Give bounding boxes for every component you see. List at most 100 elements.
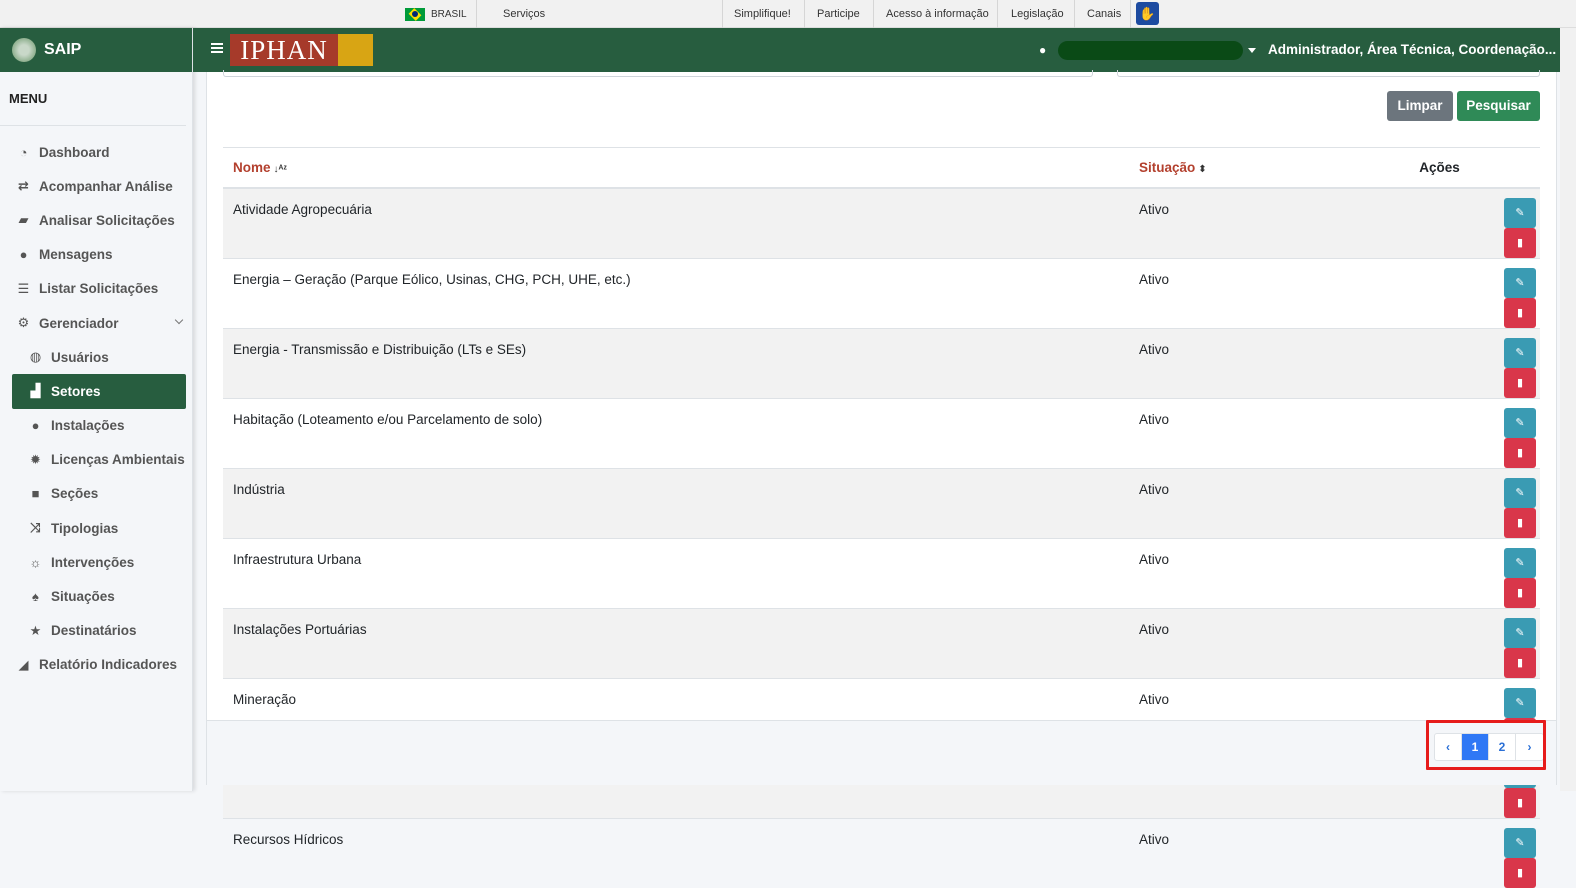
edit-button[interactable]: ✎: [1504, 547, 1536, 578]
caret-down-icon[interactable]: [1248, 48, 1256, 53]
column-header-name[interactable]: Nome ↓ᴬᶻ: [223, 147, 1139, 189]
sidebar-item-setores[interactable]: ▟ Setores: [12, 374, 186, 409]
pagination-highlight-box: [1426, 720, 1546, 770]
sidebar-item-mensagens[interactable]: ● Mensagens: [0, 238, 192, 272]
cell-actions: ✎ ▮: [1339, 328, 1540, 398]
gov-link-participe[interactable]: Participe: [817, 0, 860, 28]
sun-icon: ☼: [29, 554, 42, 570]
delete-button[interactable]: ▮: [1504, 507, 1536, 538]
delete-button[interactable]: ▮: [1504, 227, 1536, 258]
sidebar-item-listar-solicitacoes[interactable]: ☰ Listar Solicitações: [0, 272, 192, 306]
sidebar-item-label: Setores: [51, 383, 101, 399]
bell-icon: ♠: [32, 589, 39, 605]
gov-link-canais[interactable]: Canais: [1087, 0, 1121, 28]
gov-link-servicos[interactable]: Serviços: [503, 0, 545, 28]
delete-button[interactable]: ▮: [1504, 367, 1536, 398]
gov-link-simplifique[interactable]: Simplifique!: [734, 0, 791, 28]
sidebar-item-intervencoes[interactable]: ☼ Intervenções: [0, 545, 192, 579]
sidebar-item-secoes[interactable]: ■ Seções: [0, 477, 192, 511]
table-row: Energia - Transmissão e Distribuição (LT…: [223, 328, 1540, 398]
sidebar-item-tipologias[interactable]: ⤨ Tipologias: [0, 511, 192, 545]
sidebar-item-relatorio-indicadores[interactable]: ◢ Relatório Indicadores: [0, 648, 192, 682]
profile-selector-pill[interactable]: [1058, 41, 1243, 60]
cell-actions: ✎ ▮: [1339, 818, 1540, 888]
delete-button[interactable]: ▮: [1504, 437, 1536, 468]
accessibility-hands-icon[interactable]: ✋: [1136, 2, 1159, 25]
trash-icon: ▮: [1516, 516, 1524, 529]
sidebar-item-instalacoes[interactable]: ● Instalações: [0, 409, 192, 443]
circle-icon: ●: [31, 418, 40, 434]
edit-button[interactable]: ✎: [1504, 337, 1536, 368]
edit-button[interactable]: ✎: [1504, 687, 1536, 718]
cell-name: Habitação (Loteamento e/ou Parcelamento …: [233, 411, 543, 427]
cell-name: Infraestrutura Urbana: [233, 551, 362, 567]
cell-actions: ✎ ▮: [1339, 398, 1540, 468]
cell-actions: ✎ ▮: [1339, 258, 1540, 328]
trash-icon: ▮: [1516, 236, 1524, 249]
square-icon: ■: [31, 486, 40, 502]
star-icon: ★: [29, 622, 42, 638]
comment-icon[interactable]: ●: [1039, 43, 1046, 57]
sidebar-item-label: Destinatários: [51, 623, 137, 639]
delete-button[interactable]: ▮: [1504, 577, 1536, 608]
edit-button[interactable]: ✎: [1504, 477, 1536, 508]
delete-button[interactable]: ▮: [1504, 857, 1536, 888]
sidebar-item-analisar-solicitacoes[interactable]: ▰ Analisar Solicitações: [0, 203, 192, 237]
column-header-status[interactable]: Situação ⬍: [1139, 147, 1339, 189]
hamburger-menu-icon[interactable]: [211, 43, 223, 45]
gov-top-bar: BRASIL Serviços Simplifique! Participe A…: [0, 0, 1576, 28]
sidebar-item-situacoes[interactable]: ♠ Situações: [0, 579, 192, 613]
table-row: Energia – Geração (Parque Eólico, Usinas…: [223, 258, 1540, 328]
delete-button[interactable]: ▮: [1504, 787, 1536, 818]
sidebar-item-destinatarios[interactable]: ★ Destinatários: [0, 614, 192, 648]
sidebar-item-usuarios[interactable]: ◍ Usuários: [0, 340, 192, 374]
user-profile-label[interactable]: Administrador, Área Técnica, Coordenação…: [1268, 28, 1556, 72]
table-row: Atividade Agropecuária Ativo ✎ ▮: [223, 187, 1540, 258]
delete-button[interactable]: ▮: [1504, 647, 1536, 678]
main-card: Limpar Pesquisar Nome ↓ᴬᶻ Situação ⬍ Ações…: [206, 70, 1557, 888]
trash-icon: ▮: [1516, 376, 1524, 389]
sidebar-item-gerenciador[interactable]: ⚙ Gerenciador: [0, 306, 192, 340]
cell-name: Energia - Transmissão e Distribuição (LT…: [233, 341, 527, 357]
sidebar-item-label: Instalações: [51, 418, 125, 434]
cell-actions: ✎ ▮: [1339, 538, 1540, 608]
chevron-down-icon: [174, 315, 184, 325]
vertical-scrollbar[interactable]: [1560, 72, 1576, 791]
sidebar-item-acompanhar-analise[interactable]: ⇄ Acompanhar Análise: [0, 169, 192, 203]
clear-button[interactable]: Limpar: [1387, 91, 1453, 121]
search-status-select[interactable]: [1117, 70, 1540, 77]
delete-button[interactable]: ▮: [1504, 297, 1536, 328]
trash-icon: ▮: [1516, 446, 1524, 459]
sidebar-brand[interactable]: SAIP: [0, 28, 192, 72]
edit-button[interactable]: ✎: [1504, 267, 1536, 298]
edit-icon: ✎: [1515, 696, 1525, 709]
column-header-name-label: Nome: [233, 159, 271, 175]
gov-brasil-link[interactable]: BRASIL: [405, 0, 467, 28]
sidebar-item-licencas-ambientais[interactable]: ✹ Licenças Ambientais: [0, 443, 192, 477]
edit-button[interactable]: ✎: [1504, 617, 1536, 648]
edit-icon: ✎: [1515, 626, 1525, 639]
list-icon: ☰: [17, 280, 30, 296]
gov-link-acesso-informacao[interactable]: Acesso à informação: [886, 0, 989, 28]
table-row: Instalações Portuárias Ativo ✎ ▮: [223, 608, 1540, 678]
saip-logo-icon: [12, 38, 36, 62]
trash-icon: ▮: [1516, 586, 1524, 599]
gov-link-legislacao[interactable]: Legislação: [1011, 0, 1064, 28]
search-name-input[interactable]: [223, 70, 1093, 77]
sidebar-item-label: Mensagens: [39, 247, 113, 263]
sidebar-item-label: Usuários: [51, 349, 109, 365]
edit-button[interactable]: ✎: [1504, 827, 1536, 858]
table-row: Habitação (Loteamento e/ou Parcelamento …: [223, 398, 1540, 468]
sidebar-item-dashboard[interactable]: ◔ Dashboard: [0, 135, 192, 169]
menu-title: MENU: [0, 72, 186, 126]
sidebar: SAIP MENU ◔ Dashboard ⇄ Acompanhar Análise…: [0, 28, 193, 791]
edit-button[interactable]: ✎: [1504, 407, 1536, 438]
table-row: Recursos Hídricos Ativo ✎ ▮: [223, 818, 1540, 888]
iphan-logo[interactable]: IPHAN: [230, 34, 373, 66]
edit-icon: ✎: [1515, 346, 1525, 359]
sort-icon: ⬍: [1198, 163, 1207, 175]
iphan-logo-text: IPHAN: [230, 34, 338, 66]
edit-button[interactable]: ✎: [1504, 197, 1536, 228]
sidebar-nav: ◔ Dashboard ⇄ Acompanhar Análise ▰ Analisar…: [0, 135, 192, 682]
search-button[interactable]: Pesquisar: [1457, 91, 1540, 121]
